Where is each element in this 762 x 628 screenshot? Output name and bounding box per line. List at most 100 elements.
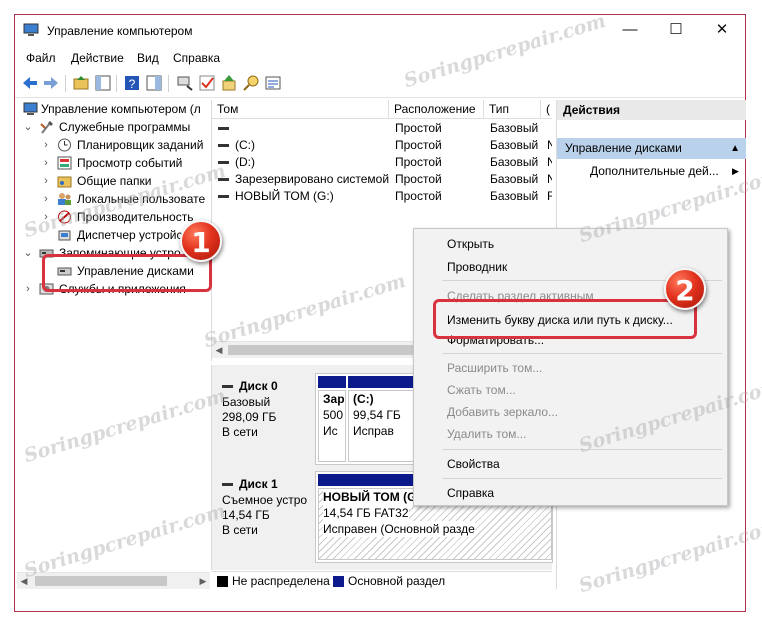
highlight-disk-management (42, 254, 212, 292)
title-bar[interactable]: Управление компьютером — ☐ ✕ (15, 15, 745, 46)
volume-name: Зарезервировано системой (235, 172, 390, 186)
step-badge-2: 2 (664, 268, 706, 310)
actions-more[interactable]: Дополнительные дей... ▶ (590, 163, 740, 179)
menu-item-shrink[interactable]: Сжать том... (447, 380, 516, 400)
event-viewer-icon (57, 156, 72, 170)
disk-status: В сети (222, 523, 258, 537)
partition-reserved[interactable]: Зар 500 Ис (318, 390, 346, 462)
tree-label: Управление компьютером (л (41, 102, 201, 116)
scrollbar-thumb[interactable] (35, 576, 167, 586)
toolbar-separator (168, 75, 169, 92)
toolbar-separator (65, 75, 66, 92)
column-header-type[interactable]: Тип (484, 100, 541, 119)
volume-type: Базовый (490, 121, 539, 135)
menu-item-add-mirror[interactable]: Добавить зеркало... (447, 402, 558, 422)
window-title: Управление компьютером (47, 24, 193, 38)
actions-section-label: Управление дисками (565, 141, 682, 155)
tree-label: Локальные пользовате (77, 192, 206, 206)
disk-type: Базовый (222, 395, 271, 409)
chevron-right-icon[interactable]: › (41, 190, 51, 208)
chevron-down-icon[interactable]: ⌄ (23, 244, 33, 262)
menu-separator (442, 478, 722, 479)
disk-0-info[interactable]: Диск 0 Базовый 298,09 ГБ В сети (214, 373, 312, 463)
partition-size: 14,54 ГБ FAT32 (323, 505, 409, 521)
chevron-right-icon[interactable]: › (41, 136, 51, 154)
search-icon[interactable] (242, 74, 260, 92)
close-button[interactable]: ✕ (699, 15, 745, 45)
column-header-location[interactable]: Расположение (389, 100, 484, 119)
scroll-right-icon[interactable]: ▶ (196, 573, 210, 589)
help-icon[interactable]: ? (123, 74, 141, 92)
volume-name: (D:) (235, 155, 255, 169)
scroll-left-icon[interactable]: ◀ (212, 342, 226, 358)
actions-section-disk-management[interactable]: Управление дисками ▲ (557, 138, 746, 159)
volume-icon (218, 144, 229, 148)
tree-label: Просмотр событий (77, 156, 183, 170)
chevron-right-icon[interactable]: › (23, 280, 33, 298)
menu-help[interactable]: Справка (173, 51, 220, 65)
step-badge-1: 1 (180, 220, 222, 262)
table-row-volume[interactable] (218, 120, 388, 137)
volume-location: Простой (395, 121, 442, 135)
show-pane-icon[interactable] (145, 74, 163, 92)
menu-item-properties[interactable]: Свойства (447, 454, 500, 474)
column-header-filesystem[interactable]: ( (541, 100, 552, 119)
export-icon[interactable] (220, 74, 238, 92)
partition-status: Исправен (Основной разде (323, 521, 475, 537)
chevron-right-icon[interactable]: › (41, 172, 51, 190)
partition-status: Ис (323, 424, 338, 438)
volume-icon (218, 127, 229, 131)
column-header-volume[interactable]: Том (212, 100, 389, 119)
table-row-volume[interactable]: (C:) (218, 137, 388, 154)
show-tree-icon[interactable] (94, 74, 112, 92)
disk-type: Съемное устро (222, 493, 308, 507)
clock-icon (58, 138, 71, 152)
legend-unallocated: Не распределена (232, 574, 330, 588)
chevron-right-icon[interactable]: › (41, 154, 51, 172)
properties-icon[interactable] (264, 74, 282, 92)
volume-fs: N (547, 154, 552, 171)
submenu-arrow-icon: ▶ (732, 166, 739, 176)
volume-type: Базовый (490, 155, 539, 169)
menu-item-extend[interactable]: Расширить том... (447, 358, 542, 378)
chevron-down-icon[interactable]: ⌄ (23, 118, 33, 136)
table-row-volume[interactable]: НОВЫЙ ТОМ (G:) (218, 188, 388, 205)
disk-1-info[interactable]: Диск 1 Съемное устро 14,54 ГБ В сети (214, 471, 312, 563)
tree-label: Общие папки (77, 174, 152, 188)
table-row-volume[interactable]: (D:) (218, 154, 388, 171)
menu-item-explore[interactable]: Проводник (447, 257, 507, 277)
tools-icon (40, 121, 53, 134)
volume-location: Простой (395, 172, 442, 186)
back-arrow-icon[interactable] (21, 74, 39, 92)
disk-icon (222, 385, 233, 389)
maximize-button[interactable]: ☐ (653, 15, 699, 45)
volume-icon (218, 178, 229, 182)
menu-item-help[interactable]: Справка (447, 483, 494, 503)
table-row-volume[interactable]: Зарезервировано системой (218, 171, 390, 188)
forward-arrow-icon[interactable] (42, 74, 60, 92)
actions-title: Действия (557, 100, 746, 120)
menu-file[interactable]: Файл (26, 51, 56, 65)
collapse-up-icon[interactable]: ▲ (730, 138, 740, 159)
performance-icon (58, 210, 71, 224)
menu-action[interactable]: Действие (71, 51, 124, 65)
scroll-left-icon[interactable]: ◀ (17, 573, 31, 589)
menu-item-delete-volume[interactable]: Удалить том... (447, 424, 526, 444)
volume-icon (218, 195, 229, 199)
computer-management-icon (23, 23, 39, 36)
disk-size: 14,54 ГБ (222, 508, 270, 522)
menu-view[interactable]: Вид (137, 51, 159, 65)
check-icon[interactable] (198, 74, 216, 92)
disk-size: 298,09 ГБ (222, 410, 277, 424)
chevron-right-icon[interactable]: › (41, 208, 51, 226)
menu-bar: Файл Действие Вид Справка (15, 47, 745, 69)
menu-item-open[interactable]: Открыть (447, 234, 494, 254)
volume-type: Базовый (490, 172, 539, 186)
connect-icon[interactable] (176, 74, 194, 92)
tree-horizontal-scrollbar[interactable]: ◀ ▶ (17, 572, 210, 589)
up-folder-icon[interactable] (72, 74, 90, 92)
volume-type: Базовый (490, 138, 539, 152)
minimize-button[interactable]: — (607, 15, 653, 45)
tree-label: Служебные программы (59, 120, 191, 134)
scrollbar-thumb[interactable] (228, 345, 418, 355)
